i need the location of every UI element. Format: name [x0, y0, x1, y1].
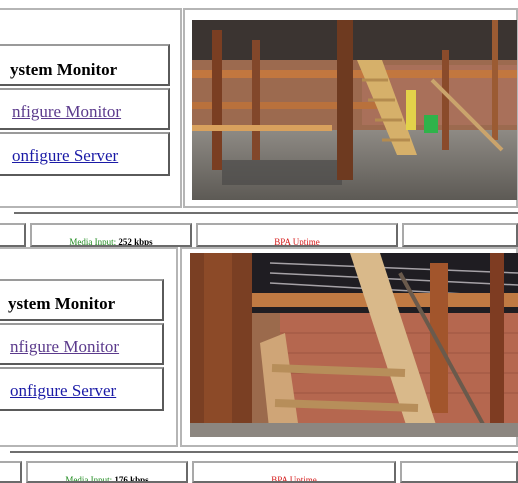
top-uptime-label: BPA Uptime [274, 237, 320, 247]
top-configure-server-box[interactable]: onfigure Server [0, 132, 170, 176]
bottom-configure-server-link[interactable]: onfigure Server [10, 381, 162, 401]
bottom-video-feed [190, 253, 518, 437]
construction-scene-image [192, 20, 517, 200]
bottom-uptime-label: BPA Uptime [271, 475, 317, 483]
top-configure-monitor-link[interactable]: nfigure Monitor [12, 102, 168, 122]
bottom-media-input-value: 176 kbps [114, 475, 149, 483]
top-configure-server-link[interactable]: onfigure Server [12, 146, 168, 166]
top-uptime-cell: BPA Uptime [196, 223, 398, 247]
bottom-divider [10, 451, 518, 453]
top-stat-cell-right [402, 223, 518, 247]
bottom-menu-title: ystem Monitor [8, 294, 116, 313]
top-configure-monitor-box[interactable]: nfigure Monitor [0, 88, 170, 130]
top-media-input-label: Media Input: [69, 237, 117, 247]
top-video-feed [192, 20, 517, 200]
bottom-configure-monitor-box[interactable]: nfigure Monitor [0, 323, 164, 365]
bottom-configure-monitor-link[interactable]: nfigure Monitor [10, 337, 162, 357]
top-menu-title: ystem Monitor [10, 60, 118, 79]
bottom-stat-cell-left [0, 461, 22, 483]
top-divider [14, 212, 518, 214]
bottom-media-input-cell: Media Input: 176 kbps [26, 461, 188, 483]
top-media-input-value: 252 kbps [118, 237, 153, 247]
construction-scene-closeup-image [190, 253, 518, 437]
top-media-input-cell: Media Input: 252 kbps [30, 223, 192, 247]
top-stat-cell-left [0, 223, 26, 247]
bottom-media-input-label: Media Input: [65, 475, 113, 483]
top-menu-title-box: ystem Monitor [0, 44, 170, 86]
bottom-menu-title-box: ystem Monitor [0, 279, 164, 321]
bottom-uptime-cell: BPA Uptime [192, 461, 396, 483]
bottom-stat-cell-right [400, 461, 518, 483]
bottom-configure-server-box[interactable]: onfigure Server [0, 367, 164, 411]
